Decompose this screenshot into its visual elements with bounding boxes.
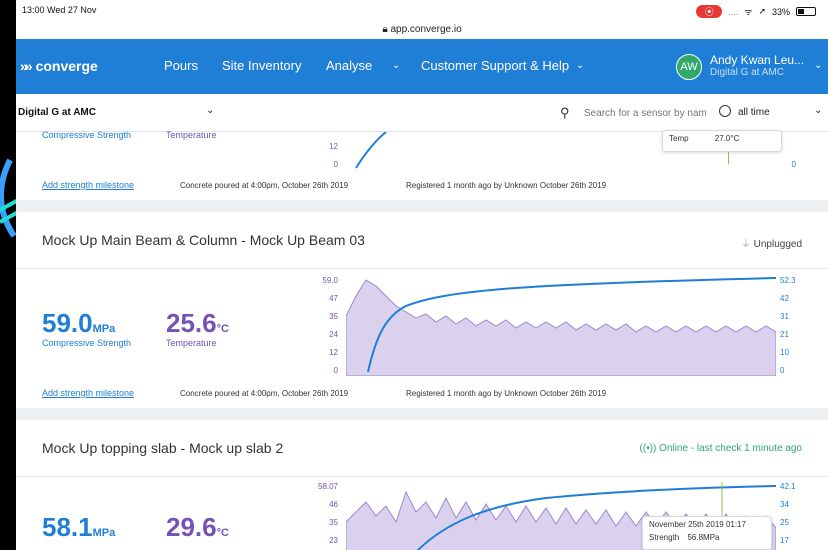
pour-title[interactable]: Mock Up topping slab - Mock up slab 2 bbox=[42, 440, 283, 456]
lock-icon: 🔒︎ bbox=[382, 24, 388, 35]
tooltip-date: November 25th 2019 01:17 bbox=[649, 520, 746, 529]
url-text: app.converge.io bbox=[390, 24, 462, 35]
temperature-value: 29.6°C bbox=[166, 512, 229, 542]
top-nav: »» converge Pours Site Inventory Analyse… bbox=[16, 39, 828, 94]
axis-tick-left: 47 bbox=[329, 294, 338, 303]
divider bbox=[16, 268, 828, 269]
axis-tick-left: 23 bbox=[329, 536, 338, 545]
add-strength-milestone-link[interactable]: Add strength milestone bbox=[42, 180, 134, 190]
unplugged-icon: ⏚ bbox=[740, 239, 751, 250]
search-input[interactable] bbox=[584, 105, 706, 121]
strength-label: Compressive Strength bbox=[42, 338, 132, 348]
status-badge: ((•)) Online - last check 1 minute ago bbox=[639, 443, 802, 454]
screen-record-icon[interactable]: ⦿ bbox=[696, 5, 723, 18]
tooltip-strength-label: Strength bbox=[649, 533, 680, 542]
nav-item-site-inventory[interactable]: Site Inventory bbox=[222, 58, 302, 73]
divider bbox=[16, 476, 828, 477]
axis-tick-right: 0 bbox=[791, 160, 796, 169]
axis-tick-right: 52.3 bbox=[780, 276, 796, 285]
status-time: 13:00 Wed 27 Nov bbox=[22, 5, 97, 15]
axis-tick-right: 42 bbox=[780, 294, 789, 303]
tooltip-strength-value: 56.8MPa bbox=[687, 533, 720, 542]
chevron-down-icon[interactable]: ⌄ bbox=[206, 105, 214, 116]
axis-tick-right: 17 bbox=[780, 536, 789, 545]
nav-item-customer-support[interactable]: Customer Support & Help bbox=[421, 58, 569, 73]
registered-text: Registered 1 month ago by Unknown Octobe… bbox=[406, 389, 607, 398]
chevron-down-icon[interactable]: ⌄ bbox=[576, 60, 584, 71]
chart-tooltip: Temp 27.0°C bbox=[662, 130, 782, 152]
axis-tick-right: 25 bbox=[780, 518, 789, 527]
temperature-label: Temperature bbox=[166, 130, 217, 140]
logo-chevrons-icon: »» bbox=[20, 58, 32, 74]
chevron-down-icon[interactable]: ⌄ bbox=[392, 60, 400, 71]
axis-tick-left: 35 bbox=[329, 518, 338, 527]
ios-status-bar: 13:00 Wed 27 Nov ⦿ .... ᯤ ➚ 33% bbox=[16, 0, 828, 22]
poured-text: Concrete poured at 4:00pm, October 26th … bbox=[180, 389, 349, 398]
location-arrow-icon: ➚ bbox=[758, 6, 766, 16]
tooltip-marker bbox=[728, 152, 729, 164]
axis-tick-right: 10 bbox=[780, 348, 789, 357]
axis-tick-left: 12 bbox=[329, 142, 338, 151]
strength-curve bbox=[355, 132, 387, 169]
strength-temperature-chart bbox=[346, 277, 776, 376]
clock-icon bbox=[719, 105, 731, 117]
add-strength-milestone-link[interactable]: Add strength milestone bbox=[42, 388, 134, 398]
avatar[interactable]: AW bbox=[676, 54, 702, 80]
pour-card: Mock Up Main Beam & Column - Mock Up Bea… bbox=[16, 212, 828, 408]
wifi-icon: ᯤ bbox=[744, 7, 753, 17]
axis-tick-right: 0 bbox=[780, 366, 785, 375]
tablet-screen: 13:00 Wed 27 Nov ⦿ .... ᯤ ➚ 33% 🔒︎ app.c… bbox=[16, 0, 828, 550]
battery-icon bbox=[796, 7, 816, 16]
status-badge: ⏚ Unplugged bbox=[740, 239, 802, 250]
chevron-down-icon[interactable]: ⌄ bbox=[814, 105, 822, 116]
strength-value: 59.0MPa bbox=[42, 308, 116, 338]
strength-value: 58.1MPa bbox=[42, 512, 116, 542]
tooltip-temp-label: Temp bbox=[669, 134, 689, 143]
axis-tick-left: 46 bbox=[329, 500, 338, 509]
axis-tick-right: 31 bbox=[780, 312, 789, 321]
axis-tick-left: 35 bbox=[329, 312, 338, 321]
chart-tooltip: November 25th 2019 01:17 Strength 56.8MP… bbox=[642, 516, 772, 550]
temperature-value: 25.6°C bbox=[166, 308, 229, 338]
registered-text: Registered 1 month ago by Unknown Octobe… bbox=[406, 181, 607, 190]
axis-tick-left: 12 bbox=[329, 348, 338, 357]
axis-tick-right: 42.1 bbox=[780, 482, 796, 491]
chevron-down-icon[interactable]: ⌄ bbox=[814, 60, 822, 71]
signal-icon: ((•)) bbox=[639, 443, 657, 454]
pour-card: Compressive Strength Temperature 12 0 0 … bbox=[16, 130, 828, 200]
converge-logo[interactable]: »» converge bbox=[20, 58, 98, 74]
axis-tick-right: 21 bbox=[780, 330, 789, 339]
temperature-area bbox=[346, 279, 776, 376]
url-bar[interactable]: 🔒︎ app.converge.io bbox=[16, 22, 828, 39]
axis-tick-left: 59.0 bbox=[322, 276, 338, 285]
user-org: Digital G at AMC bbox=[710, 67, 784, 78]
search-icon: ⚲ bbox=[560, 105, 570, 120]
axis-tick-left: 24 bbox=[329, 330, 338, 339]
poured-text: Concrete poured at 4:00pm, October 26th … bbox=[180, 181, 349, 190]
dots-icon: .... bbox=[728, 6, 739, 17]
tooltip-temp-value: 27.0°C bbox=[714, 134, 740, 143]
axis-tick-right: 34 bbox=[780, 500, 789, 509]
pour-card: Mock Up topping slab - Mock up slab 2 ((… bbox=[16, 420, 828, 550]
pour-title[interactable]: Mock Up Main Beam & Column - Mock Up Bea… bbox=[42, 232, 365, 248]
axis-tick-left: 58.07 bbox=[317, 482, 338, 491]
filter-bar: Digital G at AMC ⌄ ⚲ all time ⌄ bbox=[16, 94, 828, 132]
nav-item-pours[interactable]: Pours bbox=[164, 58, 198, 73]
site-select[interactable]: Digital G at AMC bbox=[18, 107, 96, 118]
axis-tick-left: 0 bbox=[333, 160, 338, 169]
axis-tick-left: 0 bbox=[333, 366, 338, 375]
user-name[interactable]: Andy Kwan Leu... bbox=[710, 53, 804, 67]
battery-percent: 33% bbox=[771, 6, 790, 17]
strength-label: Compressive Strength bbox=[42, 130, 132, 140]
temperature-label: Temperature bbox=[166, 338, 217, 348]
time-range-select[interactable]: all time bbox=[738, 107, 770, 118]
nav-item-analyse[interactable]: Analyse bbox=[326, 58, 372, 73]
